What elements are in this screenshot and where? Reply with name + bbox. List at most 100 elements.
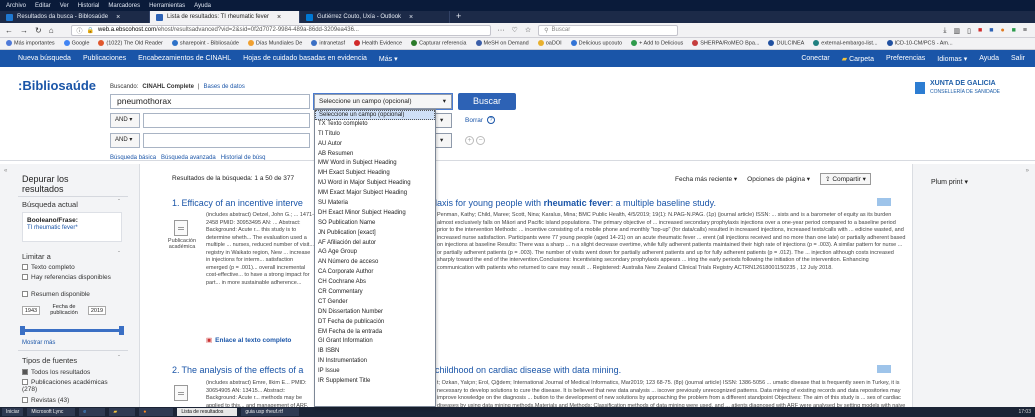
bookmark-item[interactable]: Delicious upcouto xyxy=(570,40,622,47)
add-to-folder-icon[interactable] xyxy=(877,365,891,373)
menu-archivo[interactable]: Archivo xyxy=(6,3,26,9)
field-option[interactable]: TI Título xyxy=(315,130,435,140)
bookmark-item[interactable]: Más importantes xyxy=(6,40,55,47)
date-to-input[interactable]: 2019 xyxy=(88,305,106,315)
back-icon[interactable]: ← xyxy=(5,26,13,35)
bookmark-item[interactable]: sharepoint - Bibliosaúde xyxy=(171,40,239,47)
bookmark-item[interactable]: Capturar referencia xyxy=(411,40,467,47)
nav-mas[interactable]: Más ▾ xyxy=(379,55,398,63)
field-option[interactable]: JN Publication [exact] xyxy=(315,229,435,239)
field-option[interactable]: AU Autor xyxy=(315,140,435,150)
page-actions-icon[interactable]: ··· xyxy=(498,27,505,34)
field-option[interactable]: GI Grant Information xyxy=(315,337,435,347)
checkbox[interactable] xyxy=(22,397,28,404)
new-tab-button[interactable]: + xyxy=(450,11,467,23)
extension-green-icon[interactable]: ■ xyxy=(1012,27,1016,34)
date-slider-track[interactable] xyxy=(22,329,122,332)
plum-print-select[interactable]: Plum print ▾ xyxy=(931,178,968,186)
library-icon[interactable]: ▥ xyxy=(953,27,960,35)
taskbar-ie-icon[interactable]: e xyxy=(79,408,106,416)
add-row-icon[interactable]: + xyxy=(465,136,474,145)
source-academic[interactable]: Publicaciones académicas (278) xyxy=(22,379,112,393)
bookmark-item[interactable]: Google xyxy=(63,40,89,47)
search-button[interactable]: Buscar xyxy=(458,93,516,110)
nav-nueva-busqueda[interactable]: Nueva búsqueda xyxy=(18,55,71,62)
menu-marcadores[interactable]: Marcadores xyxy=(108,3,140,9)
extension-blue-icon[interactable]: ■ xyxy=(989,27,993,34)
bookmark-item[interactable]: SHERPA/RoMEO Bpa... xyxy=(692,40,759,47)
help-icon[interactable]: ? xyxy=(487,116,496,124)
taskbar-lista-resultados[interactable]: Lista de resultados xyxy=(177,408,238,416)
date-from-input[interactable]: 1943 xyxy=(22,305,40,315)
bookmark-star-icon[interactable]: ☆ xyxy=(525,26,531,34)
bookmark-item[interactable]: MeSH on Demand xyxy=(475,40,529,47)
page-options-select[interactable]: Opciones de página ▾ xyxy=(747,175,810,183)
field-option[interactable]: Seleccione un campo (opcional) xyxy=(315,110,435,120)
field-option[interactable]: CR Commentary xyxy=(315,288,435,298)
url-bar[interactable]: ⓘ 🔒 web.a.ebscohost.com/ehost/resultsadv… xyxy=(70,24,491,36)
boolean-value[interactable]: TI rheumatic fever* xyxy=(23,225,121,231)
result-link-1[interactable]: Efficacy of an incentive interve xyxy=(181,198,302,208)
limit-references[interactable]: Hay referencias disponibles xyxy=(22,274,122,281)
tab-lista-resultados[interactable]: Lista de resultados: TI rheumatic fever … xyxy=(150,11,300,23)
close-tab-icon[interactable]: × xyxy=(409,14,413,21)
nav-encabezamientos[interactable]: Encabezamientos de CINAHL xyxy=(138,55,231,62)
field-option[interactable]: MJ Word in Major Subject Heading xyxy=(315,179,435,189)
field-option[interactable]: IB ISBN xyxy=(315,347,435,357)
field-select-2-tail[interactable]: ▾ xyxy=(436,113,452,128)
field-select-3-tail[interactable]: ▾ xyxy=(436,133,452,148)
clear-link[interactable]: Borrar xyxy=(465,117,483,124)
field-option[interactable]: IP Issue xyxy=(315,367,435,377)
tab-outlook[interactable]: Gutiérrez Couto, Uxía - Outlook × xyxy=(300,11,450,23)
taskbar-lync[interactable]: Microsoft Lync xyxy=(27,408,76,416)
field-option[interactable]: MW Word in Subject Heading xyxy=(315,159,435,169)
salir-link[interactable]: Salir xyxy=(1011,55,1025,62)
result-link-2[interactable]: The analysis of the effects of a xyxy=(181,365,303,375)
download-icon[interactable]: ⤓ xyxy=(943,27,946,35)
info-icon[interactable]: ⓘ xyxy=(77,26,83,35)
field-option[interactable]: CA Corporate Author xyxy=(315,268,435,278)
field-option[interactable]: EM Fecha de la entrada xyxy=(315,328,435,338)
menu-ayuda[interactable]: Ayuda xyxy=(194,3,211,9)
field-option[interactable]: AF Afiliación del autor xyxy=(315,239,435,249)
show-more-link[interactable]: Mostrar más xyxy=(22,340,55,346)
field-option[interactable]: SO Publication Name xyxy=(315,219,435,229)
databases-link[interactable]: Bases de datos xyxy=(203,84,244,90)
search-term-input-1[interactable]: pneumothorax xyxy=(110,94,310,109)
ayuda-link[interactable]: Ayuda xyxy=(979,55,999,62)
bookmark-item[interactable]: external-embargo-list... xyxy=(813,40,878,47)
field-option[interactable]: TX Texto completo xyxy=(315,120,435,130)
bookmark-item[interactable]: (1022) The Old Reader xyxy=(98,40,163,47)
limit-abstract[interactable]: Resumen disponible xyxy=(22,291,90,298)
field-option[interactable]: SU Materia xyxy=(315,199,435,209)
taskbar-firefox-icon[interactable]: ● xyxy=(139,408,174,416)
sort-select[interactable]: Fecha más reciente ▾ xyxy=(675,175,737,183)
remove-row-icon[interactable]: − xyxy=(476,136,485,145)
menu-historial[interactable]: Historial xyxy=(78,3,100,9)
browser-search-input[interactable]: ⚲ Buscar xyxy=(538,24,679,36)
menu-editar[interactable]: Editar xyxy=(35,3,51,9)
boolean-operator-select-2[interactable]: AND ▾ xyxy=(110,133,140,148)
chevron-icon[interactable]: ˇ xyxy=(118,252,120,258)
taskbar-word-doc[interactable]: guia usp rheuf.rtf xyxy=(241,408,300,416)
extension-orange-icon[interactable]: ● xyxy=(1000,27,1004,34)
share-button[interactable]: ⇪ Compartir ▾ xyxy=(820,173,871,185)
checkbox[interactable] xyxy=(22,369,28,376)
idiomas-link[interactable]: Idiomas ▾ xyxy=(937,55,967,63)
close-tab-icon[interactable]: × xyxy=(277,14,281,21)
limit-fulltext[interactable]: Texto completo xyxy=(22,264,75,271)
bookmark-item[interactable]: intranetasf xyxy=(311,40,345,47)
nav-publicaciones[interactable]: Publicaciones xyxy=(83,55,126,62)
field-option[interactable]: AB Resumen xyxy=(315,150,435,160)
field-option[interactable]: AG Age Group xyxy=(315,248,435,258)
chevron-icon[interactable]: ˇ xyxy=(118,356,120,362)
field-option[interactable]: CH Cochrane Abs xyxy=(315,278,435,288)
menu-ver[interactable]: Ver xyxy=(60,3,69,9)
field-option[interactable]: DT Fecha de publicación xyxy=(315,318,435,328)
bookmark-item[interactable]: oaDOI xyxy=(537,40,562,47)
conectar-link[interactable]: Conectar xyxy=(801,55,829,62)
field-option[interactable]: IN Instrumentation xyxy=(315,357,435,367)
checkbox[interactable] xyxy=(22,274,28,281)
field-option[interactable]: MM Exact Major Subject Heading xyxy=(315,189,435,199)
source-magazines[interactable]: Revistas (43) xyxy=(22,397,69,404)
